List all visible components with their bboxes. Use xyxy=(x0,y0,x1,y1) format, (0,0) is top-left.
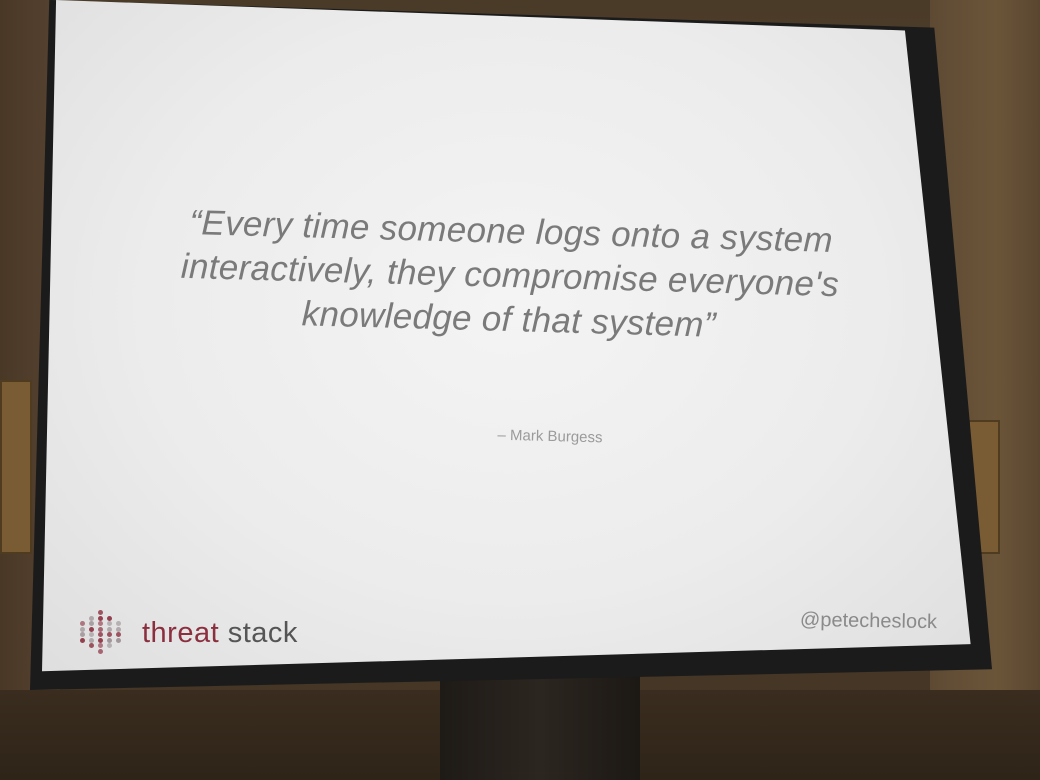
left-bracket xyxy=(0,380,32,554)
logo-dot xyxy=(98,610,103,615)
logo-word-stack: stack xyxy=(227,616,298,649)
twitter-handle: @petecheslock xyxy=(799,608,938,634)
logo-word-threat: threat xyxy=(142,616,220,649)
logo-dot xyxy=(116,632,121,637)
logo-dot xyxy=(80,637,85,643)
threat-stack-logo: threat stack xyxy=(80,610,298,656)
logo-dot xyxy=(98,615,103,621)
logo-dot xyxy=(98,648,103,654)
logo-dot xyxy=(98,637,103,643)
logo-dot xyxy=(107,632,112,637)
projector-stand xyxy=(440,672,640,780)
logo-dot xyxy=(80,626,85,632)
logo-dot xyxy=(107,637,112,643)
logo-dot xyxy=(116,637,121,643)
logo-dot xyxy=(107,626,112,632)
logo-dot xyxy=(98,643,103,648)
logo-dot xyxy=(80,632,85,637)
logo-dot xyxy=(89,632,94,637)
logo-dot xyxy=(89,626,94,632)
logo-dot xyxy=(89,643,94,648)
logo-dot xyxy=(98,621,103,626)
logo-dot xyxy=(116,626,121,632)
logo-dot xyxy=(116,621,121,626)
logo-dot xyxy=(98,632,103,637)
logo-dot xyxy=(89,637,94,643)
logo-wordmark: threat stack xyxy=(142,617,298,650)
logo-dot xyxy=(89,621,94,626)
logo-dot xyxy=(107,615,112,621)
logo-dot xyxy=(80,621,85,626)
logo-dot xyxy=(98,626,103,632)
logo-dot xyxy=(107,621,112,626)
logo-dot xyxy=(107,643,112,648)
threat-stack-dots-icon xyxy=(80,610,130,656)
logo-dot xyxy=(89,615,94,621)
slide-quote: “Every time someone logs onto a system i… xyxy=(108,199,911,353)
